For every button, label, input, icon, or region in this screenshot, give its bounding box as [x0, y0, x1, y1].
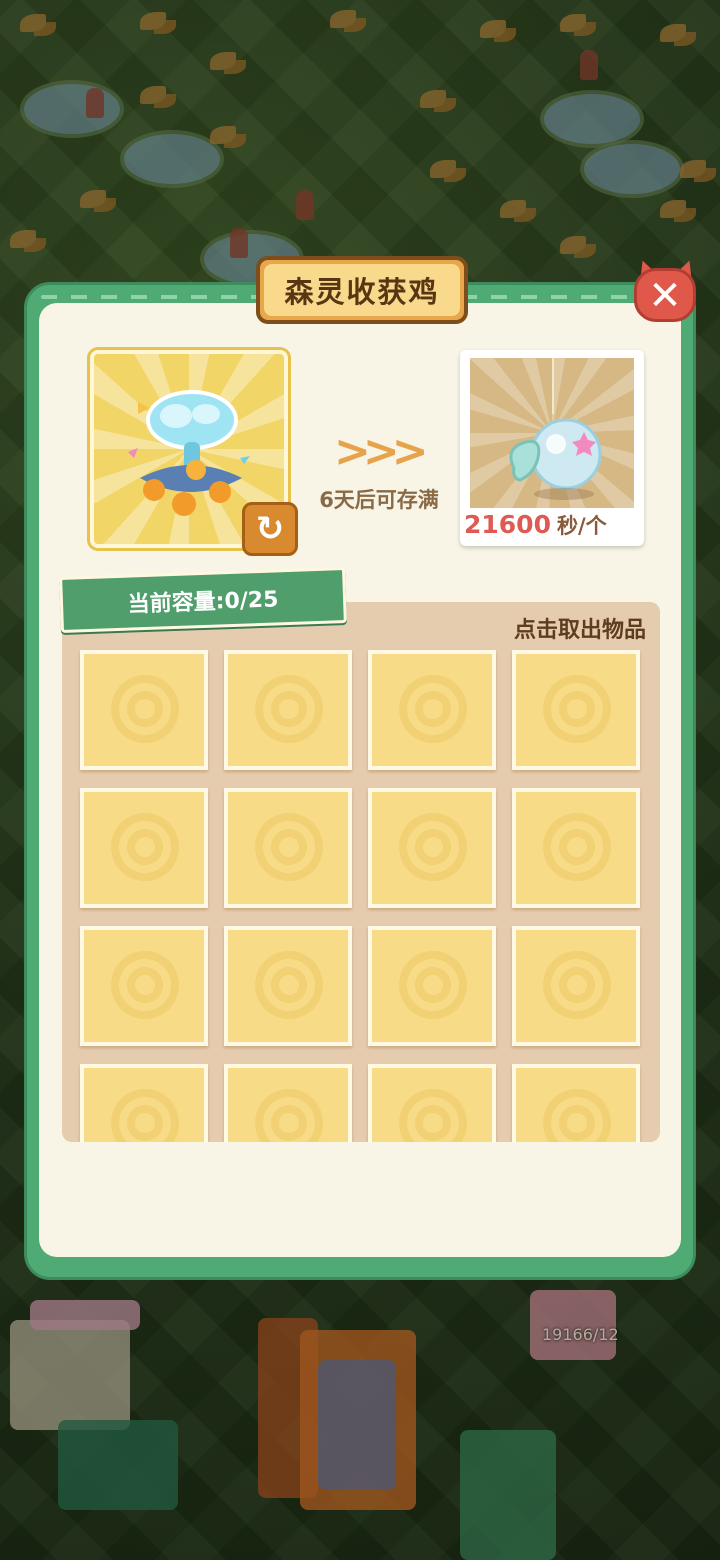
storage-slot[interactable] — [512, 650, 640, 770]
rate-value: 21600 — [464, 510, 551, 539]
storage-slot[interactable] — [368, 1064, 496, 1142]
tree-of-chickens-icon — [128, 390, 250, 516]
storage-slot[interactable] — [368, 788, 496, 908]
empty-slot-swirl-icon — [108, 672, 182, 746]
output-item-card: 21600 秒/个 — [460, 350, 644, 546]
empty-slot-swirl-icon — [540, 810, 614, 884]
empty-slot-swirl-icon — [252, 672, 326, 746]
empty-slot-swirl-icon — [108, 948, 182, 1022]
empty-slot-swirl-icon — [252, 1086, 326, 1142]
empty-slot-swirl-icon — [540, 948, 614, 1022]
empty-slot-swirl-icon — [108, 1086, 182, 1142]
swap-button[interactable]: ↻ — [242, 502, 298, 556]
production-arrows: >>> — [334, 426, 429, 477]
storage-slot[interactable] — [512, 1064, 640, 1142]
storage-slot[interactable] — [80, 650, 208, 770]
storage-slot[interactable] — [512, 926, 640, 1046]
empty-slot-swirl-icon — [108, 810, 182, 884]
dialog-title-plate: 森灵收获鸡 — [256, 256, 468, 324]
rate-unit: 秒/个 — [556, 514, 607, 538]
swap-arrow-icon: ↻ — [255, 509, 285, 549]
capacity-tag: 当前容量:0/25 — [59, 567, 347, 633]
empty-slot-swirl-icon — [396, 948, 470, 1022]
empty-slot-swirl-icon — [540, 672, 614, 746]
dialog-title: 森灵收获鸡 — [284, 275, 440, 309]
empty-slot-swirl-icon — [252, 810, 326, 884]
storage-slot[interactable] — [224, 1064, 352, 1142]
close-button[interactable]: ✕ — [630, 257, 702, 324]
capacity-label: 当前容量:0/25 — [127, 587, 279, 618]
storage-slot[interactable] — [80, 1064, 208, 1142]
empty-slot-swirl-icon — [396, 672, 470, 746]
storage-slot[interactable] — [368, 926, 496, 1046]
tap-to-collect-hint: 点击取出物品 — [513, 618, 646, 643]
storage-slot[interactable] — [224, 788, 352, 908]
storage-slot[interactable] — [224, 650, 352, 770]
empty-slot-swirl-icon — [396, 810, 470, 884]
close-icon: ✕ — [648, 273, 682, 319]
storage-slot[interactable] — [80, 926, 208, 1046]
empty-slot-swirl-icon — [396, 1086, 470, 1142]
storage-slot[interactable] — [80, 788, 208, 908]
production-rate: 21600 秒/个 — [464, 510, 607, 540]
storage-panel: 点击取出物品 — [62, 602, 660, 1142]
storage-slot[interactable] — [224, 926, 352, 1046]
empty-slot-swirl-icon — [252, 948, 326, 1022]
storage-slot[interactable] — [368, 650, 496, 770]
storage-slot[interactable] — [512, 788, 640, 908]
spirit-bubble-icon — [509, 418, 602, 500]
fill-time-text: 6天后可存满 — [319, 488, 439, 512]
empty-slot-swirl-icon — [540, 1086, 614, 1142]
